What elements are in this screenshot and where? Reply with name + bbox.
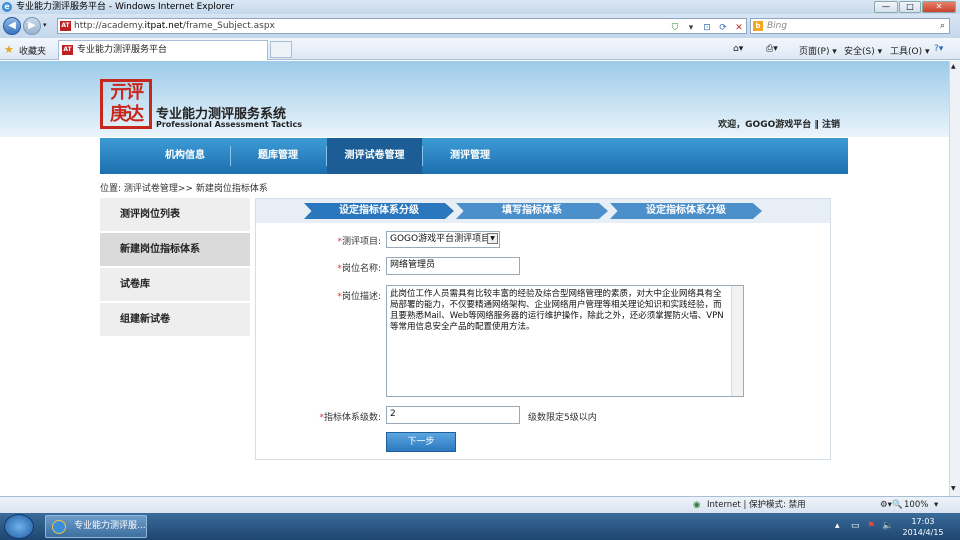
tray-arrow-icon[interactable]: ▴ [835,521,840,531]
home-icon[interactable]: ⌂▾ [733,44,743,54]
history-dropdown-icon[interactable]: ▾ [43,21,47,29]
status-bar: ◉ Internet | 保护模式: 禁用 ⚙▾ 🔍 100% ▾ [0,496,960,513]
ie-logo-icon: e [2,2,12,12]
sidebar-item-new-index-system[interactable]: 新建岗位指标体系 [100,233,250,266]
page-scrollbar[interactable]: ▲ ▼ [949,61,960,496]
sidebar-item-position-list[interactable]: 测评岗位列表 [100,198,250,231]
search-icon[interactable]: ⌕ [940,19,945,33]
nav-divider [422,146,423,166]
url-domain: itpat.net [144,21,183,31]
step-3: 设定指标体系分级 [610,203,762,219]
nav-question-bank[interactable]: 题库管理 [233,138,323,174]
network-icon[interactable]: ▭ [851,521,860,531]
minimize-button[interactable]: — [874,1,898,13]
welcome-logout[interactable]: 欢迎，GOGO游戏平台 ‖ 注销 [690,117,840,130]
clock-time: 17:03 [911,517,935,526]
nav-institution-info[interactable]: 机构信息 [140,138,230,174]
print-icon[interactable]: ⎙▾ [766,44,778,54]
volume-icon[interactable]: 🔈 [882,521,893,531]
logo-seal: 亓评 庚达 [100,79,152,129]
stop-icon[interactable]: ✕ [732,22,746,34]
main-nav: 机构信息 题库管理 测评试卷管理 测评管理 [100,138,848,174]
internet-zone-icon: ◉ [693,500,701,510]
description-text: 此岗位工作人员需具有比较丰富的经验及综合型网络管理的素质，对大中企业网络具有全局… [390,289,724,332]
project-select-value: GOGO游戏平台测评项目 [390,234,491,244]
nav-assessment-management[interactable]: 测评管理 [425,138,515,174]
favorites-star-icon[interactable]: ★ [4,43,14,56]
sidebar-item-build-new-paper[interactable]: 组建新试卷 [100,303,250,336]
tab-favicon-icon: AT [62,45,73,55]
next-step-button[interactable]: 下一步 [386,432,456,452]
description-textarea[interactable]: 此岗位工作人员需具有比较丰富的经验及综合型网络管理的素质，对大中企业网络具有全局… [386,285,744,397]
search-placeholder: Bing [767,21,788,31]
maximize-button[interactable]: □ [899,1,921,13]
position-name-input[interactable]: 网络管理员 [386,257,520,275]
refresh-icon[interactable]: ⟳ [716,22,730,34]
site-subtitle: Professional Assessment Tactics [156,120,302,129]
step-2: 填写指标体系 [456,203,608,219]
site-favicon-icon: AT [60,21,71,31]
tab-title: 专业能力测评服务平台 [77,45,168,55]
address-bar-row: ◀ ▶ ▾ AT http://academy.itpat.net/frame_… [0,14,960,38]
taskbar-ie-label: 专业能力测评服... [74,521,146,531]
compat-view-icon[interactable]: ⛉ [668,22,682,34]
favorites-bar: ★ 收藏夹 AT 专业能力测评服务平台 ⌂▾ ⎙▾ 页面(P) ▾ 安全(S) … [0,38,960,60]
start-button[interactable] [4,514,34,539]
close-window-button[interactable]: ✕ [922,1,956,13]
search-input[interactable]: b Bing ⌕ [750,18,950,34]
new-tab-button[interactable] [270,41,292,58]
url-dropdown-icon[interactable]: ▾ [684,22,698,34]
chevron-down-icon: ▼ [487,233,498,244]
zoom-level[interactable]: 100% [904,497,928,513]
zoom-icon: 🔍 [892,500,903,510]
sidebar-item-paper-library[interactable]: 试卷库 [100,268,250,301]
safety-menu[interactable]: 安全(S) ▾ [844,44,882,57]
step-1: 设定指标体系分级 [304,203,454,219]
help-icon[interactable]: ?▾ [934,44,943,54]
position-label: *岗位名称: [337,264,381,274]
window-title-bar: e 专业能力测评服务平台 - Windows Internet Explorer… [0,0,960,14]
taskbar: 专业能力测评服... ▴ ▭ ⚑ 🔈 17:03 2014/4/15 [0,513,960,540]
window-title: 专业能力测评服务平台 - Windows Internet Explorer [16,2,235,12]
taskbar-ie-window[interactable]: 专业能力测评服... [45,515,147,538]
project-label: *测评项目: [337,237,381,247]
tools-menu[interactable]: 工具(O) ▾ [890,44,930,57]
textarea-scrollbar[interactable] [731,286,743,396]
address-input[interactable]: AT http://academy.itpat.net/frame_Subjec… [57,18,747,34]
project-select[interactable]: GOGO游戏平台测评项目 ▼ [386,231,500,248]
levels-input[interactable]: 2 [386,406,520,424]
forward-button[interactable]: ▶ [23,17,41,35]
bing-icon: b [753,21,763,31]
step-progress: 设定指标体系分级 填写指标体系 设定指标体系分级 [256,199,830,223]
back-button[interactable]: ◀ [3,17,21,35]
protected-mode-icon: ⚙▾ [880,500,892,510]
description-label: *岗位描述: [337,292,381,302]
levels-hint: 级数限定5级以内 [528,413,597,423]
scroll-down-icon[interactable]: ▼ [951,485,956,492]
levels-label: *指标体系级数: [319,413,381,423]
browser-tab[interactable]: AT 专业能力测评服务平台 [58,40,268,60]
favorites-button[interactable]: 收藏夹 [19,44,46,57]
clock[interactable]: 17:03 2014/4/15 [898,516,948,538]
page-menu[interactable]: 页面(P) ▾ [799,44,837,57]
flag-icon[interactable]: ⚑ [867,521,875,531]
url-prefix: http://academy. [74,21,145,31]
clock-date: 2014/4/15 [902,528,944,537]
rss-icon[interactable]: ⊡ [700,22,714,34]
nav-divider [230,146,231,166]
url-path: /frame_Subject.aspx [182,21,275,31]
ie-taskbar-icon [52,520,66,534]
security-zone[interactable]: Internet | 保护模式: 禁用 [707,497,806,513]
web-page: 亓评 庚达 专业能力测评服务系统 Professional Assessment… [0,61,949,496]
nav-exam-paper-management[interactable]: 测评试卷管理 [327,138,422,174]
zoom-dropdown-icon[interactable]: ▾ [934,497,938,513]
form-panel: 设定指标体系分级 填写指标体系 设定指标体系分级 *测评项目: GOGO游戏平台… [255,198,831,460]
scroll-up-icon[interactable]: ▲ [951,63,956,70]
breadcrumb: 位置: 测评试卷管理>> 新建岗位指标体系 [100,184,268,194]
